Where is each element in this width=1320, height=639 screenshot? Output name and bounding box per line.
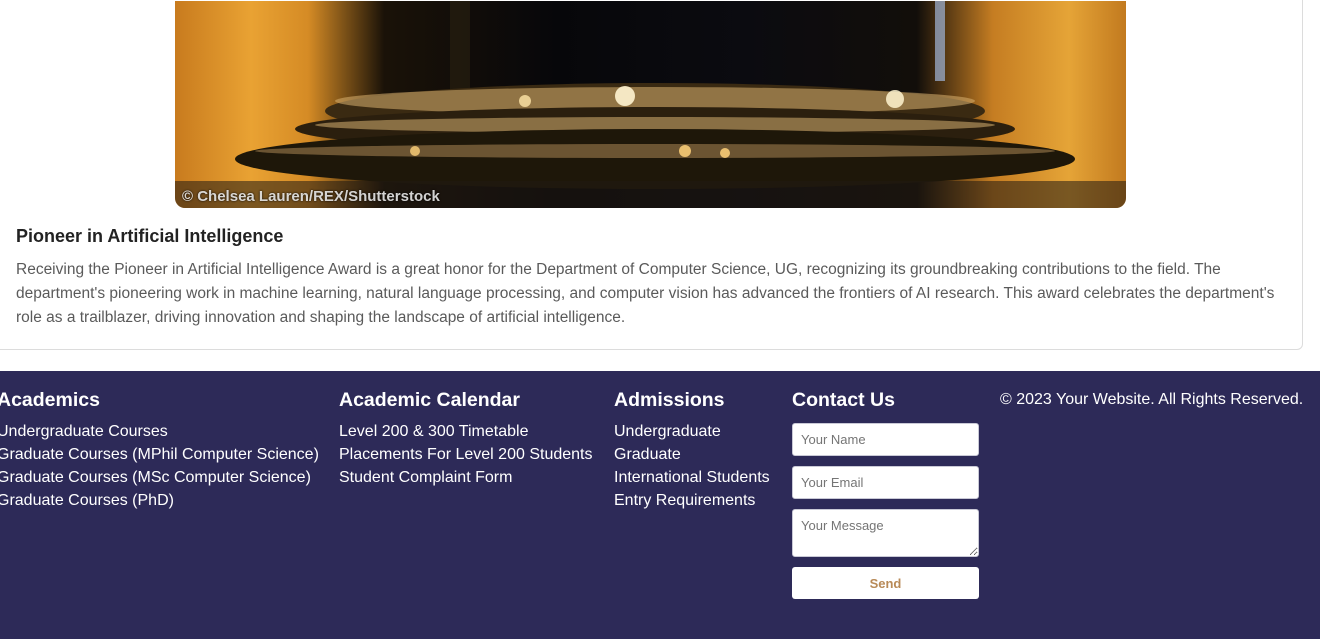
list-item: Entry Requirements [614, 489, 770, 512]
link-graduate-phd[interactable]: Graduate Courses (PhD) [0, 492, 174, 509]
name-input[interactable] [792, 423, 979, 456]
trophy-graphic [175, 1, 1126, 208]
list-item: Graduate Courses (PhD) [0, 489, 319, 512]
list-item: Graduate Courses (MSc Computer Science) [0, 466, 319, 489]
list-item: Undergraduate [614, 420, 770, 443]
link-complaint-form[interactable]: Student Complaint Form [339, 469, 512, 486]
image-credit: © Chelsea Lauren/REX/Shutterstock [182, 188, 440, 205]
list-item: Graduate [614, 443, 770, 466]
link-graduate-mphil[interactable]: Graduate Courses (MPhil Computer Science… [0, 446, 319, 463]
email-input[interactable] [792, 466, 979, 499]
list-item: Placements For Level 200 Students [339, 443, 592, 466]
link-placements[interactable]: Placements For Level 200 Students [339, 446, 592, 463]
send-button[interactable]: Send [792, 567, 979, 599]
link-international-students[interactable]: International Students [614, 469, 770, 486]
contact-heading: Contact Us [792, 389, 895, 411]
calendar-links: Level 200 & 300 Timetable Placements For… [339, 420, 592, 489]
site-footer: Academics Undergraduate Courses Graduate… [0, 371, 1320, 639]
admissions-links: Undergraduate Graduate International Stu… [614, 420, 770, 512]
list-item: Student Complaint Form [339, 466, 592, 489]
link-undergraduate[interactable]: Undergraduate [614, 423, 721, 440]
academics-heading: Academics [0, 389, 100, 411]
link-graduate-msc[interactable]: Graduate Courses (MSc Computer Science) [0, 469, 311, 486]
copyright-text: © 2023 Your Website. All Rights Reserved… [1000, 391, 1304, 408]
link-timetable[interactable]: Level 200 & 300 Timetable [339, 423, 528, 440]
list-item: Undergraduate Courses [0, 420, 319, 443]
academics-links: Undergraduate Courses Graduate Courses (… [0, 420, 319, 512]
footer-calendar: Academic Calendar Level 200 & 300 Timeta… [339, 389, 592, 489]
link-graduate[interactable]: Graduate [614, 446, 681, 463]
footer-contact: Contact Us Send [792, 389, 979, 599]
admissions-heading: Admissions [614, 389, 725, 411]
link-entry-requirements[interactable]: Entry Requirements [614, 492, 755, 509]
list-item: Graduate Courses (MPhil Computer Science… [0, 443, 319, 466]
message-textarea[interactable] [792, 509, 979, 557]
footer-academics: Academics Undergraduate Courses Graduate… [0, 389, 319, 512]
list-item: International Students [614, 466, 770, 489]
footer-admissions: Admissions Undergraduate Graduate Intern… [614, 389, 770, 512]
award-photo: © Chelsea Lauren/REX/Shutterstock [175, 1, 1126, 208]
contact-form: Send [792, 423, 979, 599]
calendar-heading: Academic Calendar [339, 389, 520, 411]
article-body: Receiving the Pioneer in Artificial Inte… [16, 261, 1275, 326]
article-title: Pioneer in Artificial Intelligence [16, 226, 284, 246]
list-item: Level 200 & 300 Timetable [339, 420, 592, 443]
link-undergraduate-courses[interactable]: Undergraduate Courses [0, 423, 168, 440]
